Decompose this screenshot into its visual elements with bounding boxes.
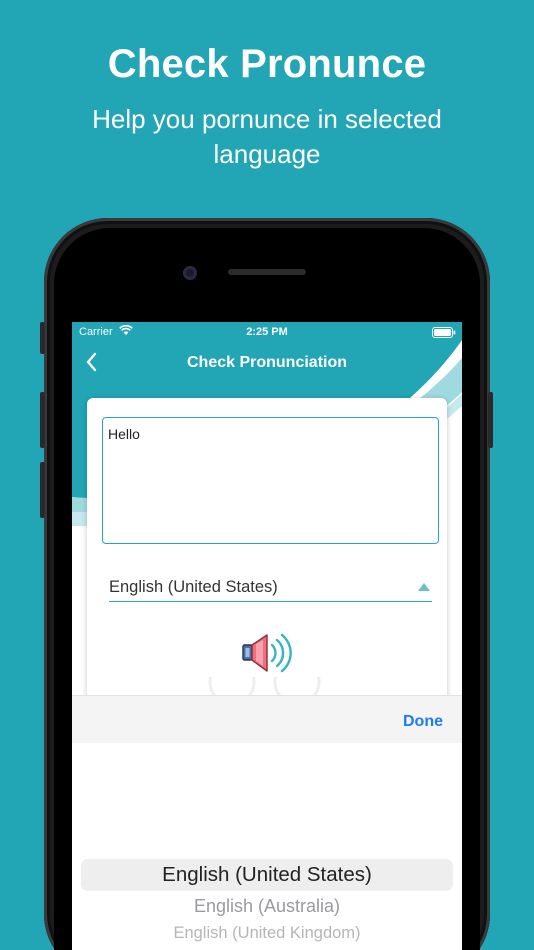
status-bar: Carrier 2:25 PM (72, 322, 462, 342)
front-camera (183, 266, 197, 280)
language-dropdown[interactable]: English (United States) (109, 574, 432, 602)
earpiece-speaker (228, 269, 306, 275)
promo-title: Check Pronunce (107, 42, 427, 86)
phone-mute-switch (40, 322, 45, 354)
phone-volume-up (40, 392, 45, 448)
page-title: Check Pronunciation (186, 354, 348, 371)
battery-icon (432, 327, 456, 338)
text-input[interactable]: Hello (102, 417, 439, 544)
picker-option-english-us[interactable]: English (United States) (72, 863, 462, 887)
picker-toolbar: Done (72, 695, 462, 743)
done-button[interactable]: Done (403, 713, 443, 731)
phone-power-button (488, 392, 493, 448)
promo-subtitle: Help you pornunce in selected language (92, 104, 442, 169)
language-selected-value: English (United States) (109, 578, 278, 596)
speaker-sound-icon[interactable] (241, 631, 293, 675)
triangle-up-icon (418, 583, 430, 591)
language-picker[interactable]: English (United States) English (Austral… (72, 743, 462, 950)
phone-volume-down (40, 462, 45, 518)
picker-option-english-uk[interactable]: English (United Kingdom) (72, 924, 462, 943)
navigation-bar: Check Pronunciation (72, 342, 462, 384)
picker-option-english-australia[interactable]: English (Australia) (72, 896, 462, 917)
status-time: 2:25 PM (246, 326, 288, 338)
app-screen: Carrier 2:25 PM Check Pronunciation Hell… (72, 322, 462, 950)
